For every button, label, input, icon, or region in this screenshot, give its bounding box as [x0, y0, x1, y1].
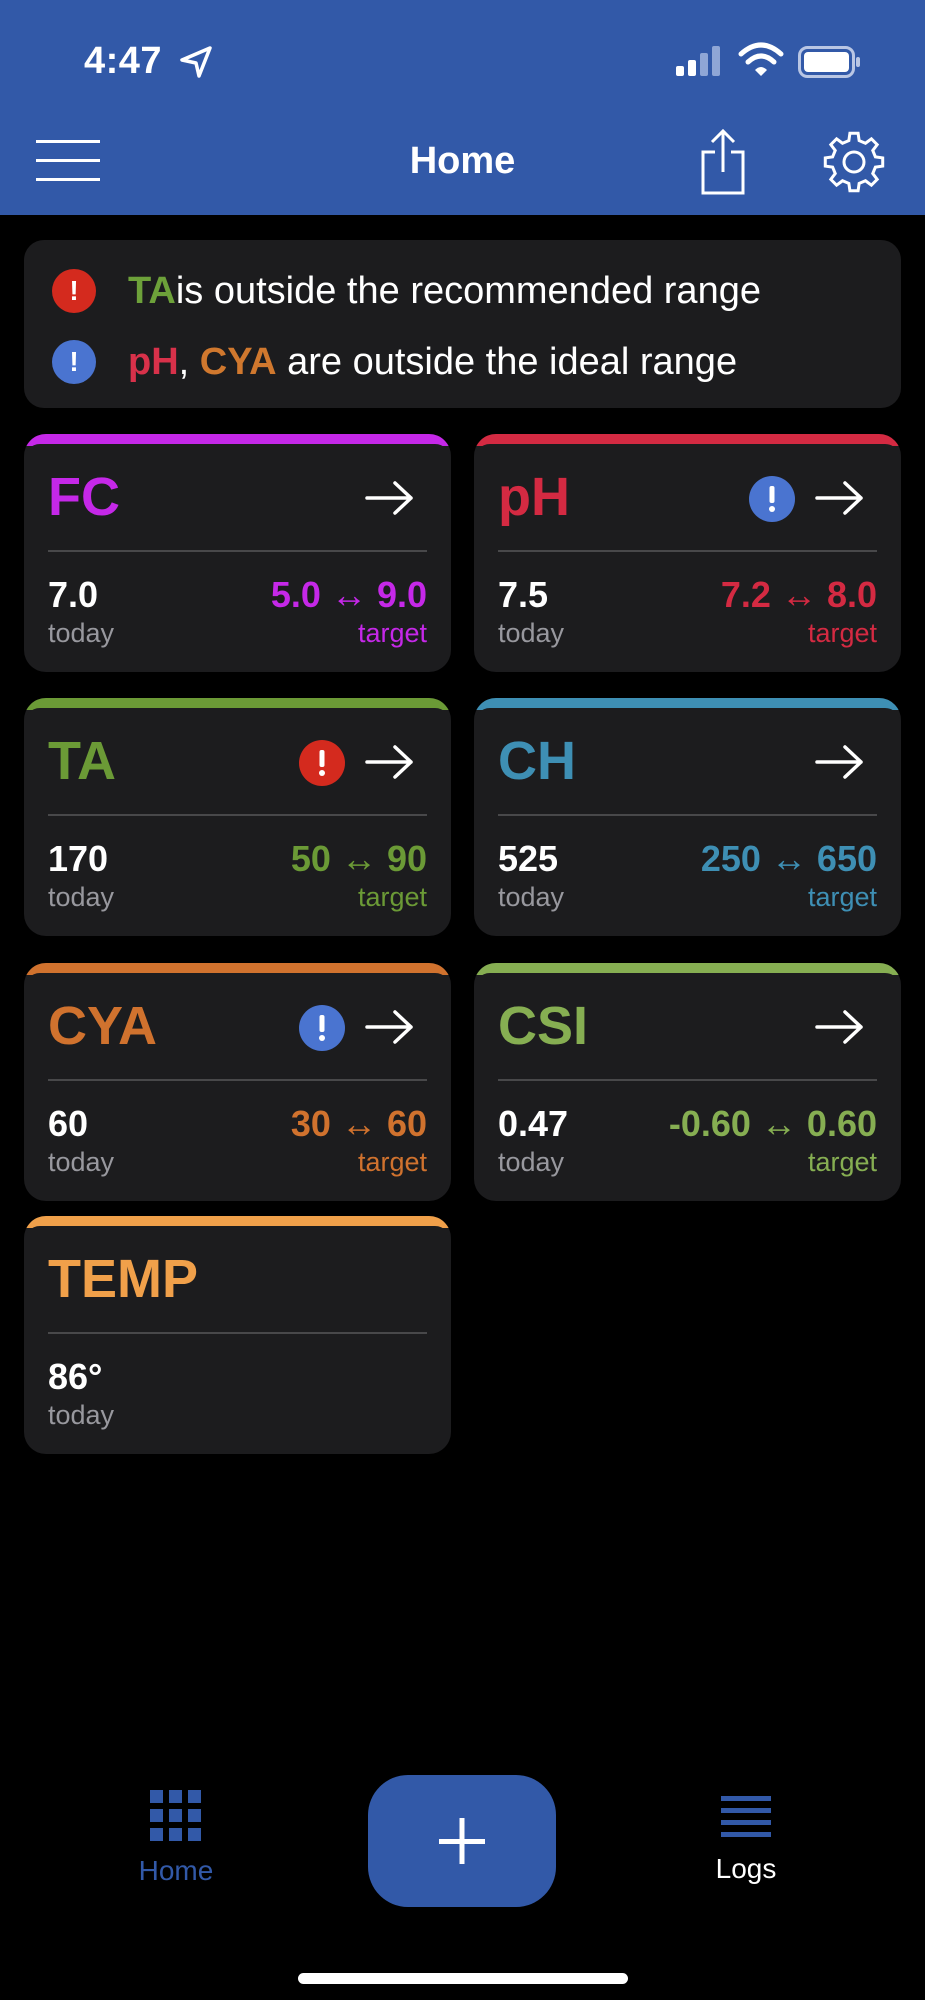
share-icon[interactable]	[700, 128, 746, 196]
card-top	[24, 1226, 451, 1242]
header: 4:47 Home	[0, 0, 925, 215]
card-ch[interactable]: CH 525 today 250 ↔ 650 target	[474, 698, 901, 936]
arrow-right-icon[interactable]	[365, 1007, 415, 1047]
arrow-right-icon[interactable]	[815, 1007, 865, 1047]
location-arrow-icon	[180, 46, 212, 78]
alert-row-ideal: ! pH, CYA are outside the ideal range	[52, 337, 737, 387]
target-range: 5.0 ↔ 9.0	[270, 574, 427, 615]
current-value-label: today	[48, 882, 115, 912]
card-ta[interactable]: TA 170 today 50 ↔ 90 target	[24, 698, 451, 936]
alert-icon: !	[52, 340, 96, 384]
alert-separator: ,	[178, 340, 200, 383]
battery-icon	[798, 46, 860, 78]
card-title: CH	[498, 731, 576, 791]
card-top	[24, 973, 451, 989]
current-value: 7.5	[498, 574, 549, 615]
card-top	[24, 444, 451, 460]
current-value-label: today	[48, 1147, 115, 1177]
arrow-right-icon[interactable]	[815, 478, 865, 518]
signal-icon	[676, 46, 720, 76]
card-fc[interactable]: FC 7.0 today 5.0 ↔ 9.0 target	[24, 434, 451, 672]
arrow-right-icon[interactable]	[815, 742, 865, 782]
current-value-label: today	[498, 882, 565, 912]
tab-logs[interactable]: Logs	[646, 1796, 846, 1885]
target-label: target	[807, 882, 877, 912]
arrow-right-icon[interactable]	[365, 478, 415, 518]
list-icon	[721, 1796, 771, 1837]
add-log-button[interactable]	[368, 1775, 556, 1907]
grid-icon	[150, 1790, 201, 1841]
card-title: CSI	[498, 996, 589, 1056]
current-value-label: today	[48, 618, 115, 648]
card-title: CYA	[48, 996, 158, 1056]
card-top	[474, 708, 901, 724]
card-divider	[498, 550, 877, 552]
alert-param-ta: TA	[128, 269, 176, 312]
alert-message: are outside the ideal range	[276, 340, 738, 383]
card-csi[interactable]: CSI 0.47 today -0.60 ↔ 0.60 target	[474, 963, 901, 1201]
card-divider	[48, 550, 427, 552]
status-time: 4:47	[84, 40, 163, 82]
card-title: TA	[48, 731, 116, 791]
target-range: 50 ↔ 90	[290, 838, 427, 879]
target-label: target	[807, 1147, 877, 1177]
target-label: target	[357, 1147, 427, 1177]
alert-row-recommended: ! TA is outside the recommended range	[52, 266, 761, 316]
current-value: 170	[48, 838, 109, 879]
current-value: 7.0	[48, 574, 99, 615]
card-ph[interactable]: pH 7.5 today 7.2 ↔ 8.0 target	[474, 434, 901, 672]
current-value: 86°	[48, 1356, 103, 1397]
alert-param-cya: CYA	[199, 340, 277, 383]
card-divider	[498, 1079, 877, 1081]
page-title: Home	[409, 140, 516, 182]
card-title: TEMP	[48, 1249, 199, 1309]
arrow-right-icon[interactable]	[365, 742, 415, 782]
wifi-icon	[738, 42, 784, 76]
alerts-panel: ! TA is outside the recommended range ! …	[24, 240, 901, 408]
target-range: 7.2 ↔ 8.0	[720, 574, 877, 615]
alert-icon	[299, 1005, 345, 1051]
tab-logs-label: Logs	[715, 1853, 777, 1884]
current-value: 525	[498, 838, 559, 879]
card-divider	[48, 814, 427, 816]
target-label: target	[357, 882, 427, 912]
alert-param-ph: pH	[128, 340, 179, 383]
alert-icon: !	[52, 269, 96, 313]
card-divider	[498, 814, 877, 816]
home-indicator	[298, 1973, 628, 1984]
card-temp[interactable]: TEMP 86° today	[24, 1216, 451, 1454]
current-value-label: today	[498, 618, 565, 648]
gear-icon[interactable]	[822, 130, 886, 194]
target-range: -0.60 ↔ 0.60	[668, 1103, 877, 1144]
card-cya[interactable]: CYA 60 today 30 ↔ 60 target	[24, 963, 451, 1201]
card-divider	[48, 1332, 427, 1334]
current-value-label: today	[498, 1147, 565, 1177]
current-value: 0.47	[498, 1103, 569, 1144]
target-label: target	[807, 618, 877, 648]
card-top	[24, 708, 451, 724]
alert-icon	[749, 476, 795, 522]
card-title: FC	[48, 467, 120, 527]
card-title: pH	[498, 467, 570, 527]
alert-message: is outside the recommended range	[175, 269, 761, 312]
tab-home[interactable]: Home	[76, 1790, 276, 1887]
tab-home-label: Home	[138, 1855, 214, 1886]
current-value: 60	[48, 1103, 89, 1144]
card-divider	[48, 1079, 427, 1081]
target-label: target	[357, 618, 427, 648]
target-range: 30 ↔ 60	[290, 1103, 427, 1144]
card-top	[474, 444, 901, 460]
alert-icon	[299, 740, 345, 786]
card-top	[474, 973, 901, 989]
target-range: 250 ↔ 650	[700, 838, 877, 879]
current-value-label: today	[48, 1400, 115, 1430]
plus-icon	[439, 1818, 485, 1864]
